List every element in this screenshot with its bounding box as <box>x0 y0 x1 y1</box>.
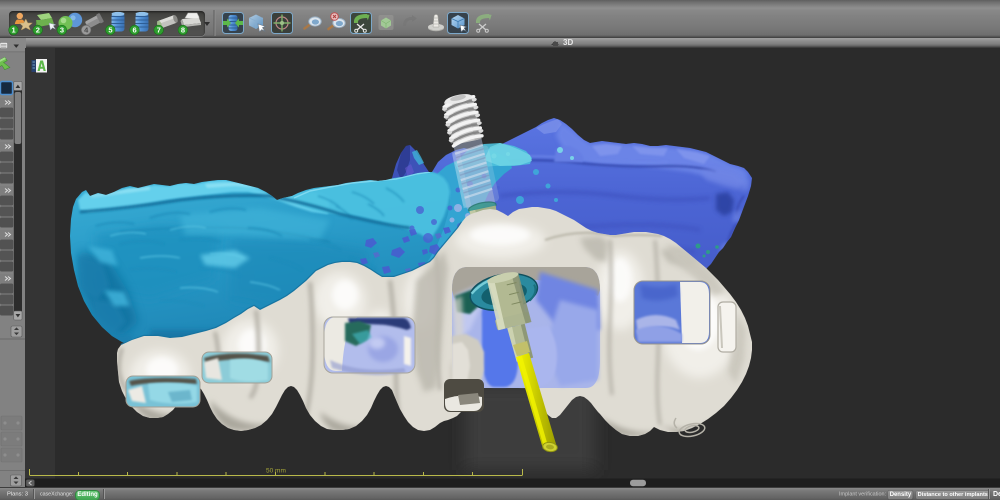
svg-text:3: 3 <box>60 26 64 35</box>
svg-text:6: 6 <box>133 26 137 35</box>
svg-text:2: 2 <box>36 26 40 35</box>
svg-text:5: 5 <box>108 26 112 35</box>
svg-text:8: 8 <box>181 26 185 35</box>
svg-text:1: 1 <box>12 26 16 35</box>
svg-text:50 mm: 50 mm <box>266 468 286 475</box>
svg-text:7: 7 <box>157 26 161 35</box>
